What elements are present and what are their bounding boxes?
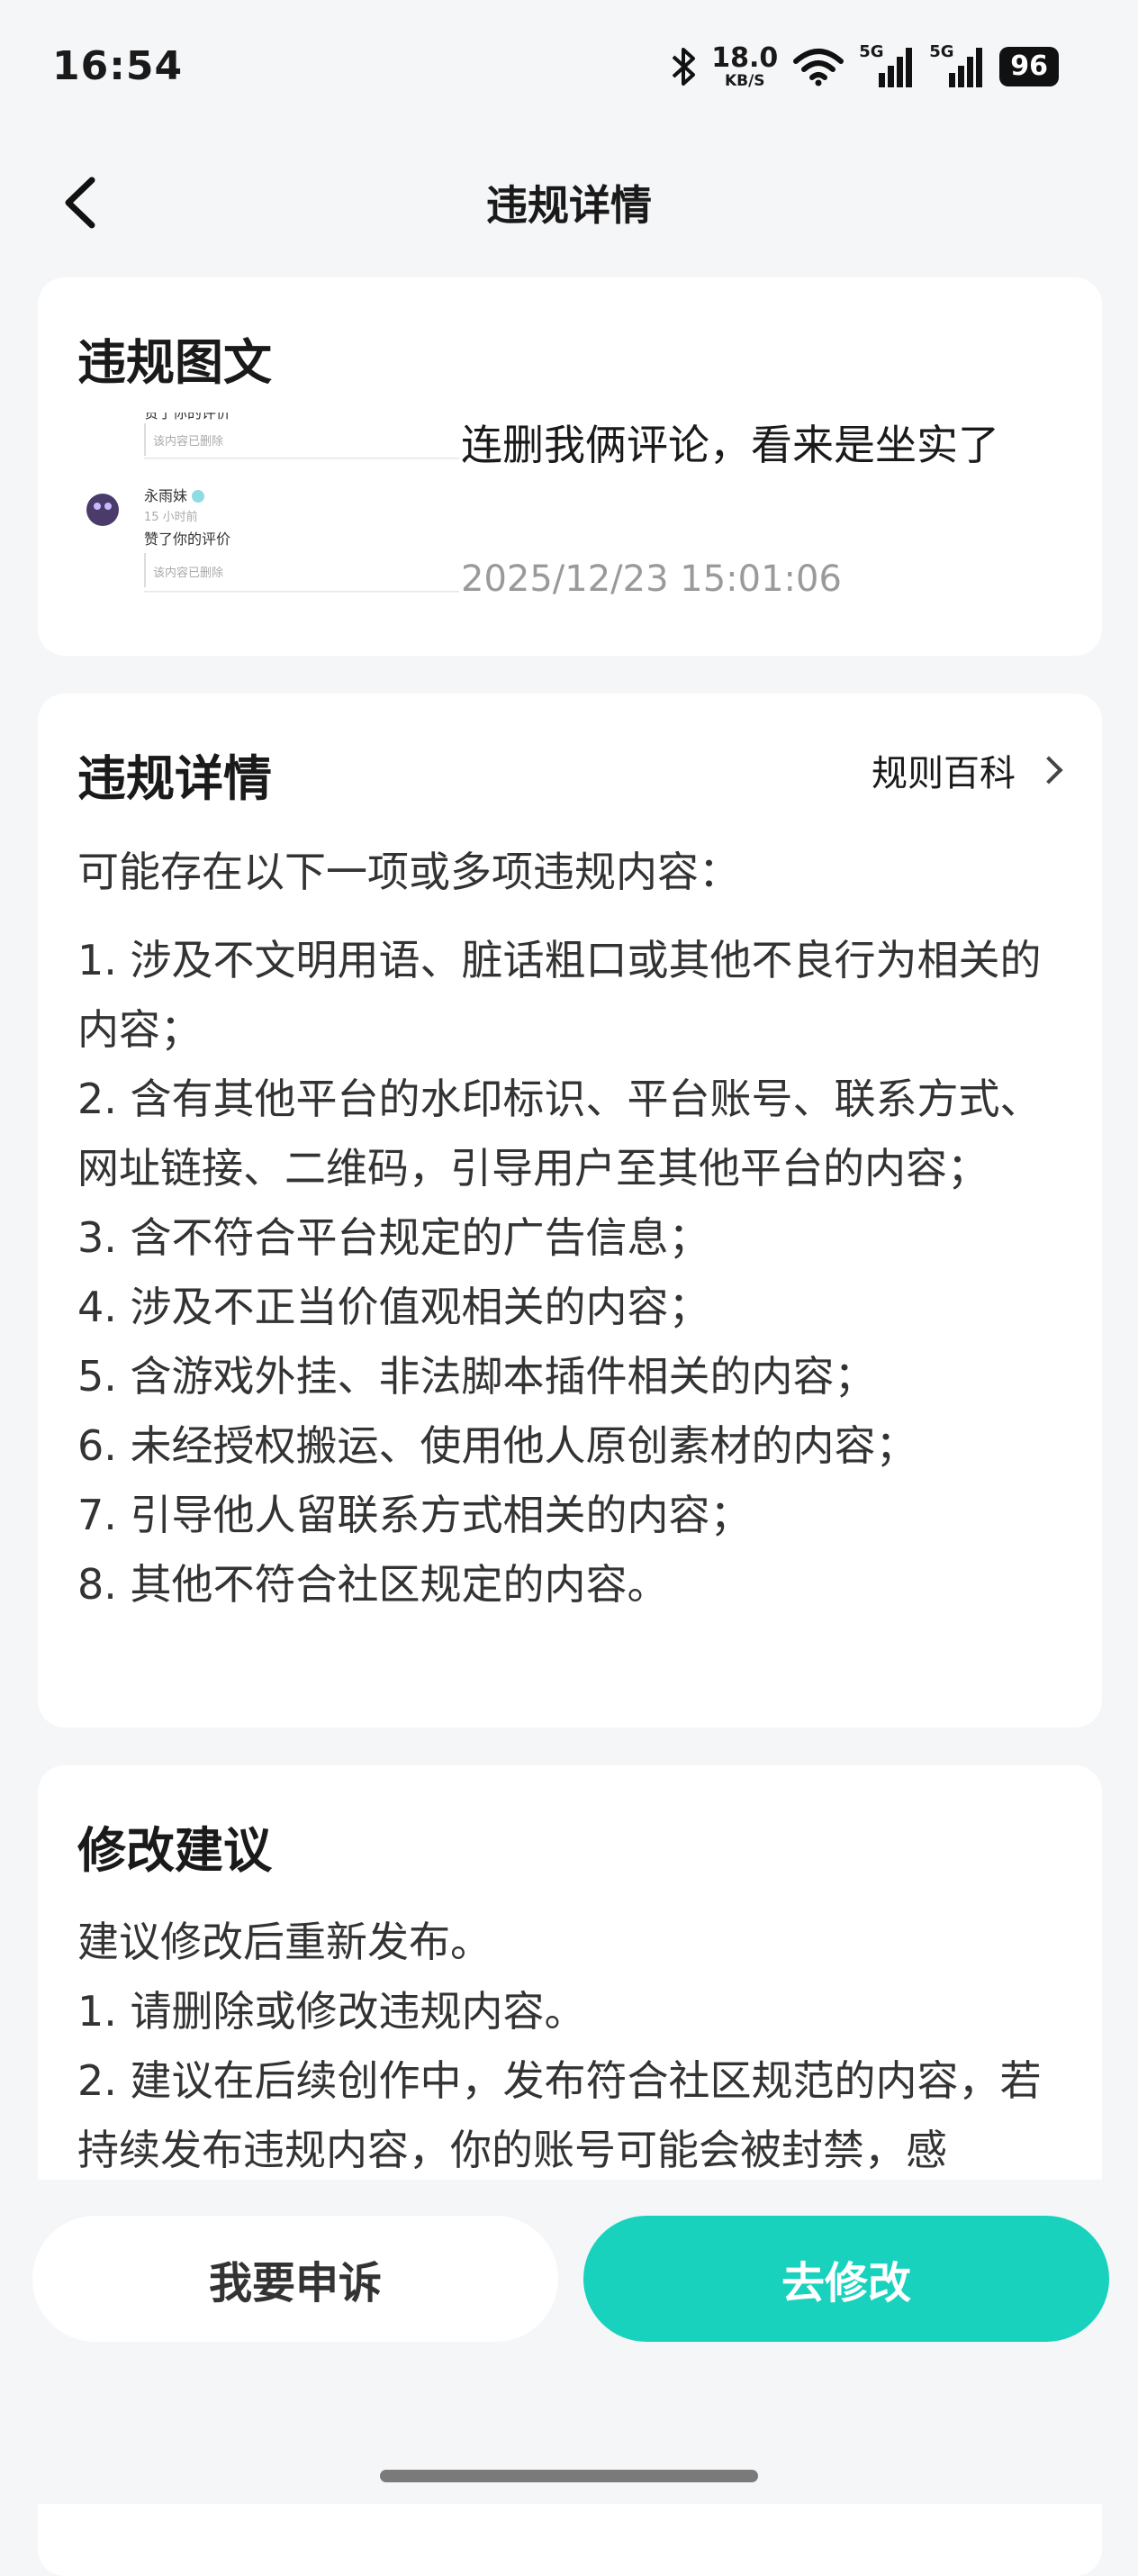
section-title-post: 违规图文 [77,334,272,391]
signal-icon [879,48,913,87]
violation-detail-card: 违规详情 规则百科 可能存在以下一项或多项违规内容： 1. 涉及不文明用语、脏话… [38,694,1102,1728]
rule-item: 3. 含不符合平台规定的广告信息； [77,1213,710,1262]
signal-5g-1: 5G [859,42,915,91]
suggestion-text: 建议修改后重新发布。 1. 请删除或修改违规内容。 2. 建议在后续创作中，发布… [77,1908,1077,2185]
appeal-button[interactable]: 我要申诉 [32,2216,558,2342]
home-indicator[interactable] [380,2470,758,2482]
page-title: 违规详情 [486,181,652,230]
thumb-top-partial: 赞了你的评价 [144,413,230,422]
thumb-user: 永雨妹 [144,487,187,504]
rule-item: 2. 含有其他平台的水印标识、平台账号、联系方式、网址链接、二维码，引导用户至其… [77,1075,1042,1193]
suggestion-line: 2. 建议在后续创作中，发布符合社区规范的内容，若持续发布违规内容，你的账号可能… [77,2056,1042,2174]
status-bar: 16:54 18.0 KB/S 5G 5G 96 [0,0,1138,135]
net-speed-value: 18.0 [711,41,779,74]
status-time: 16:54 [52,43,184,89]
post-thumbnail[interactable]: 赞了你的评价 该内容已删除 永雨妹 15 小时前 赞了你的评价 该内容已删除 [83,413,461,620]
status-icons: 18.0 KB/S 5G 5G 96 [670,40,1059,94]
violation-post-card: 违规图文 赞了你的评价 该内容已删除 永雨妹 15 小时前 赞了你的评价 该内容… [38,277,1102,656]
thumb-action: 赞了你的评价 [144,531,230,548]
thumb-time: 15 小时前 [144,510,198,524]
rule-item: 6. 未经授权搬运、使用他人原创素材的内容； [77,1421,917,1470]
chevron-right-icon [1034,756,1063,785]
section-title-suggestion: 修改建议 [77,1822,272,1879]
avatar [86,494,119,526]
net-speed-unit: KB/S [724,71,765,90]
rule-item: 7. 引导他人留联系方式相关的内容； [77,1491,752,1539]
rule-list: 1. 涉及不文明用语、脏话粗口或其他不良行为相关的内容； 2. 含有其他平台的水… [77,926,1077,1619]
suggestion-line: 1. 请删除或修改违规内容。 [77,1987,586,2036]
bottom-action-bar: 我要申诉 去修改 [0,2180,1138,2504]
modify-button[interactable]: 去修改 [583,2216,1109,2342]
rule-item: 4. 涉及不正当价值观相关的内容； [77,1283,710,1331]
bluetooth-icon [672,48,696,86]
header: 违规详情 [0,153,1138,252]
rule-item: 5. 含游戏外挂、非法脚本插件相关的内容； [77,1352,876,1401]
signal-5g-2: 5G [929,42,985,91]
detail-intro: 可能存在以下一项或多项违规内容： [77,848,740,896]
signal-icon [949,48,983,87]
thumb-deleted-2: 该内容已删除 [153,566,223,580]
rule-item: 8. 其他不符合社区规定的内容。 [77,1560,669,1609]
rule-item: 1. 涉及不文明用语、脏话粗口或其他不良行为相关的内容； [77,936,1042,1054]
thumb-deleted-1: 该内容已删除 [153,434,223,449]
section-title-detail: 违规详情 [77,750,272,807]
post-text: 连删我俩评论，看来是坐实了 [461,421,999,469]
battery-icon: 96 [999,47,1059,86]
net-speed: 18.0 KB/S [711,41,779,90]
rules-wiki-link[interactable]: 规则百科 [872,744,1063,796]
rules-wiki-label: 规则百科 [872,753,1016,794]
wifi-icon [793,49,844,86]
suggestion-line: 建议修改后重新发布。 [77,1918,492,1966]
post-timestamp: 2025/12/23 15:01:06 [461,558,842,600]
